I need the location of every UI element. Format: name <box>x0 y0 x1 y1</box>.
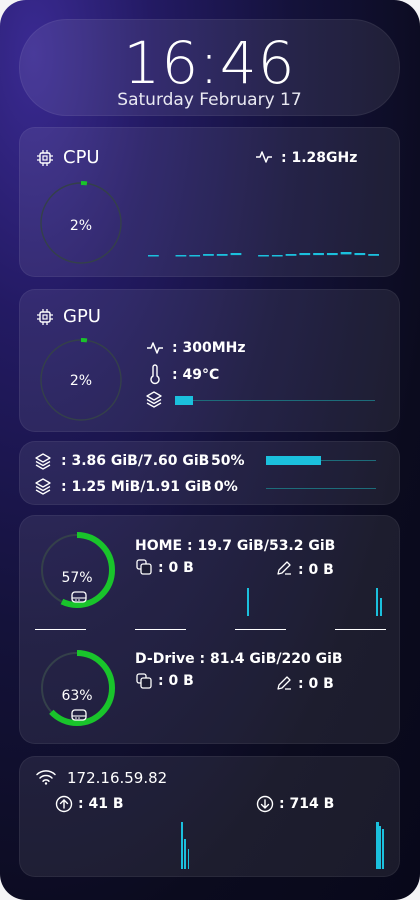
gpu-memory-track <box>175 400 375 401</box>
cpu-history-bar <box>189 255 201 257</box>
memory-card: : 3.86 GiB/7.60 GiB 50% : 1.25 MiB/1.91 … <box>19 441 400 505</box>
ip-address: 172.16.59.82 <box>67 769 168 787</box>
separator <box>135 629 186 630</box>
gpu-usage-label: 2% <box>69 373 93 389</box>
swap-usage-text: : 1.25 MiB/1.91 GiB <box>61 479 212 495</box>
copy-icon <box>136 559 152 575</box>
download-icon <box>256 795 274 813</box>
clock-card: 16:46 Saturday February 17 <box>19 19 400 116</box>
drive-icon <box>71 591 87 603</box>
ram-bar <box>266 456 321 465</box>
separator <box>335 629 386 630</box>
gpu-memory-bar <box>175 396 193 405</box>
cpu-history-bar <box>148 255 159 257</box>
network-card: 172.16.59.82 : 41 B : 714 B <box>19 756 400 877</box>
wifi-icon <box>36 770 56 785</box>
clock-time: 16:46 <box>123 29 296 97</box>
home-io-spike <box>376 588 378 616</box>
gpu-temperature: : 49°C <box>172 367 220 383</box>
home-percent: 57% <box>61 570 93 586</box>
cpu-card: CPU : 1.28GHz 2% <box>19 127 400 277</box>
drive-icon <box>71 709 87 721</box>
cpu-history-bar <box>326 253 338 256</box>
cpu-history-bar <box>354 253 366 256</box>
pulse-icon <box>256 151 272 163</box>
cpu-usage-label: 2% <box>69 218 93 234</box>
cpu-history-bar <box>203 254 214 256</box>
swap-percent: 0% <box>214 479 238 495</box>
pencil-icon <box>277 561 291 575</box>
d-drive-read: : 0 B <box>158 673 194 689</box>
cpu-history-bar <box>230 253 242 256</box>
cpu-history-bar <box>368 254 379 256</box>
upload-icon <box>55 795 73 813</box>
download-rate: : 714 B <box>279 796 335 812</box>
home-read: : 0 B <box>158 560 194 576</box>
separator <box>235 629 286 630</box>
cpu-history-bar <box>340 252 352 255</box>
upload-spike <box>181 822 183 869</box>
gpu-frequency: : 300MHz <box>172 340 246 356</box>
cpu-history-bar <box>313 253 324 256</box>
disk-card: 57% HOME : 19.7 GiB/53.2 GiB : 0 B : 0 B… <box>19 515 400 744</box>
d-drive-label: D-Drive : 81.4 GiB/220 GiB <box>135 651 343 667</box>
cpu-frequency: : 1.28GHz <box>281 150 358 166</box>
cpu-history-bar <box>175 255 187 257</box>
home-io-spike <box>247 588 249 616</box>
chip-icon <box>37 150 53 166</box>
upload-spike <box>184 839 186 869</box>
cpu-history-graph <box>148 252 379 257</box>
cpu-history-bar <box>271 255 283 257</box>
layers-icon <box>35 453 51 470</box>
download-spike <box>382 829 384 869</box>
cpu-history-bar <box>258 255 269 257</box>
gpu-title: GPU <box>63 306 101 327</box>
layers-icon <box>146 391 162 408</box>
cpu-history-bar <box>299 253 311 256</box>
upload-rate: : 41 B <box>78 796 124 812</box>
chip-icon <box>37 309 53 325</box>
d-drive-write: : 0 B <box>298 676 334 692</box>
system-monitor-widget: 16:46 Saturday February 17 CPU : 1.28GHz… <box>0 0 420 900</box>
swap-track <box>266 488 376 489</box>
cpu-history-bar <box>216 254 228 256</box>
upload-spike <box>188 849 189 869</box>
ram-usage-text: : 3.86 GiB/7.60 GiB <box>61 453 210 469</box>
pulse-icon <box>147 342 163 354</box>
cpu-title: CPU <box>63 147 100 168</box>
home-write: : 0 B <box>298 562 334 578</box>
separator <box>35 629 86 630</box>
d-drive-percent: 63% <box>61 688 93 704</box>
home-disk-label: HOME : 19.7 GiB/53.2 GiB <box>135 538 336 554</box>
pencil-icon <box>277 676 291 690</box>
thermometer-icon <box>150 364 160 385</box>
ram-percent: 50% <box>211 453 245 469</box>
download-spike <box>379 826 381 869</box>
clock-date: Saturday February 17 <box>117 90 302 110</box>
home-io-spike <box>380 598 382 616</box>
cpu-history-bar <box>285 254 297 256</box>
layers-icon <box>35 478 51 495</box>
copy-icon <box>136 673 152 689</box>
gpu-card: GPU 2% : 300MHz : 49°C <box>19 289 400 432</box>
